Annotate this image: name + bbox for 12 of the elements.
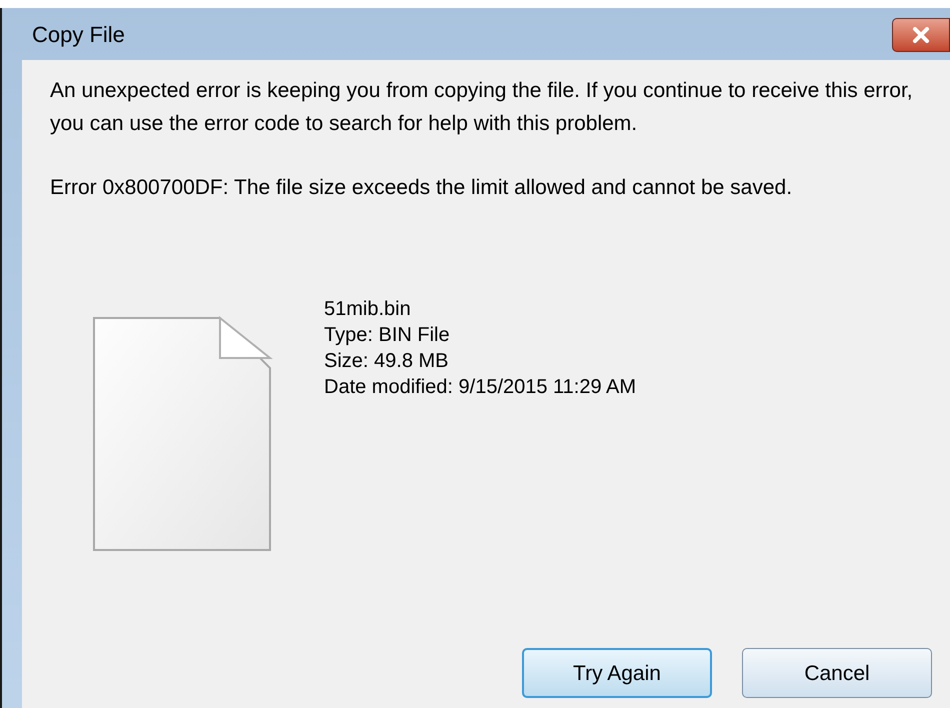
file-detail: Date modified: 9/15/2015 11:29 AM <box>324 375 636 400</box>
dialog-button[interactable]: Try Again <box>522 648 712 698</box>
error-message: An unexpected error is keeping you from copying the file. If you continue to receive this error, you can use the error code to search for help with this problem. <box>50 78 914 137</box>
file-icon <box>92 316 274 552</box>
window-title: Copy File <box>32 20 125 49</box>
close-button[interactable] <box>892 18 950 52</box>
file-detail: Size: 49.8 MB <box>324 349 450 374</box>
file-name: 51mib.bin <box>324 297 412 322</box>
close-icon <box>912 27 930 43</box>
dialog-button[interactable]: Cancel <box>742 648 932 698</box>
file-detail: Type: BIN File <box>324 323 451 348</box>
error-code-text: Error 0x800700DF: The file size exceeds the limit allowed and cannot be saved. <box>50 175 794 201</box>
